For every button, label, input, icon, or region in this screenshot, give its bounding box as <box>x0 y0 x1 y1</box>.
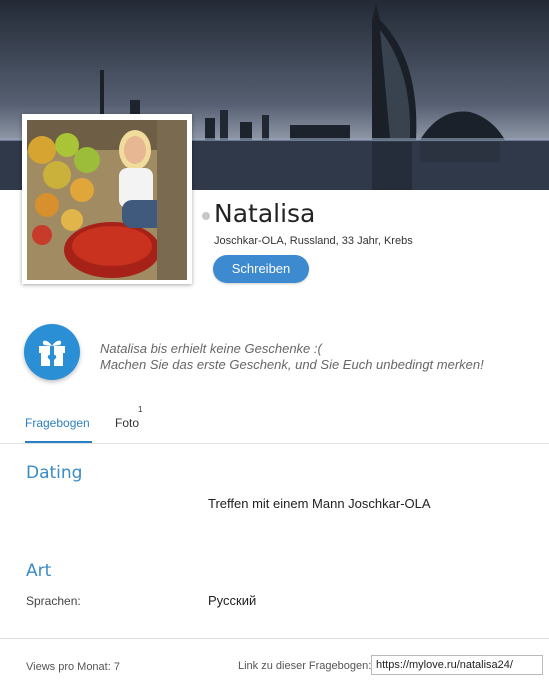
avatar-photo <box>27 120 187 280</box>
profile-avatar[interactable] <box>22 114 192 284</box>
tab-fragebogen[interactable]: Fragebogen <box>25 416 90 430</box>
gift-button[interactable] <box>24 324 80 380</box>
profile-tabs: Fragebogen Foto <box>0 405 549 444</box>
write-message-button[interactable]: Schreiben <box>213 255 309 283</box>
section-title-art: Art <box>26 561 52 581</box>
online-status-indicator <box>202 212 210 220</box>
languages-label: Sprachen: <box>26 594 81 608</box>
profile-link-field[interactable] <box>371 655 543 675</box>
views-counter: Views pro Monat: 7 <box>26 661 120 673</box>
languages-value: Русский <box>208 593 257 608</box>
profile-meta: Joschkar-OLA, Russland, 33 Jahr, Krebs <box>214 235 413 247</box>
footer-divider <box>0 638 549 639</box>
gift-icon <box>39 340 65 366</box>
dating-value: Treffen mit einem Mann Joschkar-OLA <box>208 496 431 511</box>
gift-message-line1: Natalisa bis erhielt keine Geschenke :( <box>100 341 322 356</box>
gift-message-line2: Machen Sie das erste Geschenk, und Sie E… <box>100 357 484 372</box>
section-title-dating: Dating <box>26 463 83 483</box>
gift-message: Natalisa bis erhielt keine Geschenke :( … <box>100 341 484 373</box>
tab-foto-count: 1 <box>138 405 143 414</box>
active-tab-indicator <box>25 441 92 443</box>
tab-foto[interactable]: Foto <box>115 416 139 430</box>
profile-link-label: Link zu dieser Fragebogen: <box>238 660 372 672</box>
profile-name: Natalisa <box>214 199 316 228</box>
